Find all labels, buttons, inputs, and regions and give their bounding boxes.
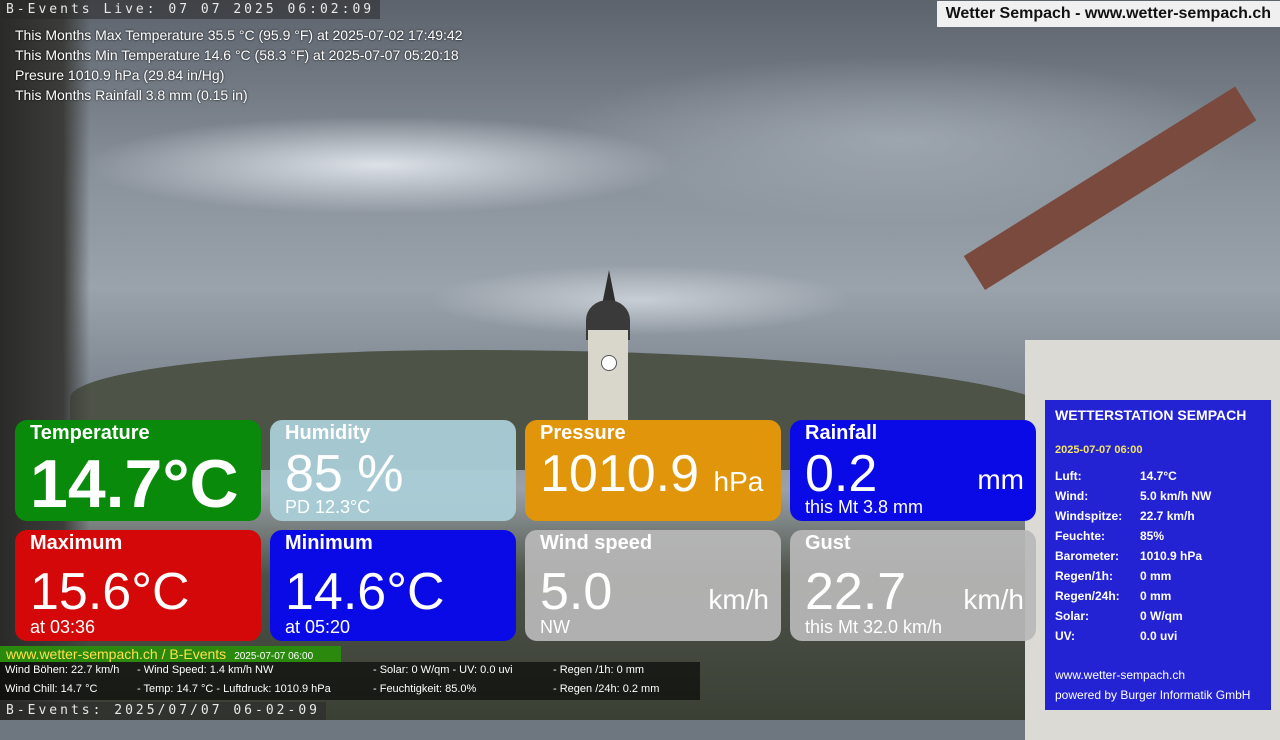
rainfall-tile: Rainfall 0.2 mm this Mt 3.8 mm: [790, 420, 1036, 521]
station-key: Solar:: [1055, 609, 1090, 623]
station-row: Wind: 5.0 km/h NW: [1053, 486, 1213, 506]
wind-chill-text: Wind Chill: 14.7 °C: [5, 683, 98, 695]
bottom-banner-site[interactable]: www.wetter-sempach.ch / B-Events: [6, 646, 226, 662]
station-credit: powered by Burger Informatik GmbH: [1055, 688, 1251, 702]
pressure-number: 1010.9: [540, 445, 700, 503]
station-value: 1010.9 hPa: [1140, 549, 1203, 563]
station-row: Windspitze: 22.7 km/h: [1053, 506, 1213, 526]
station-value: 0 mm: [1140, 589, 1172, 603]
station-value: 85%: [1140, 529, 1165, 543]
church-tower: [588, 330, 628, 425]
station-row: Regen/24h: 0 mm: [1053, 586, 1213, 606]
church-clock: [601, 355, 617, 371]
station-row: Solar: 0 W/qm: [1053, 606, 1213, 626]
site-title: Wetter Sempach - www.wetter-sempach.ch: [936, 1, 1280, 27]
station-value: 0.0 uvi: [1140, 629, 1178, 643]
gust-title: Gust: [805, 532, 851, 554]
minimum-time: at 05:20: [285, 617, 351, 637]
minimum-value: 14.6°C: [285, 563, 445, 621]
station-key: Regen/1h:: [1055, 569, 1114, 583]
rainfall-unit: mm: [977, 464, 1024, 495]
maximum-value: 15.6°C: [30, 563, 190, 621]
bottom-banner: www.wetter-sempach.ch / B-Events 2025-07-…: [0, 646, 341, 662]
pressure-unit: hPa: [713, 466, 764, 497]
station-row: Luft: 14.7°C: [1053, 466, 1213, 486]
maximum-tile: Maximum 15.6°C at 03:36: [15, 530, 261, 641]
wind-speed-tile: Wind speed 5.0 km/h NW: [525, 530, 781, 641]
station-row: Regen/1h: 0 mm: [1053, 566, 1213, 586]
station-key: Wind:: [1055, 489, 1089, 503]
maximum-title: Maximum: [30, 532, 123, 554]
info-min-temp: This Months Min Temperature 14.6 °C (58.…: [15, 47, 459, 63]
station-row: Feuchte: 85%: [1053, 526, 1213, 546]
humidity-text: - Feuchtigkeit: 85.0%: [373, 683, 477, 695]
info-rainfall: This Months Rainfall 3.8 mm (0.15 in): [15, 87, 248, 103]
pressure-value: 1010.9 hPa: [540, 444, 763, 512]
minimum-title: Minimum: [285, 532, 373, 554]
gust-month: this Mt 32.0 km/h: [805, 617, 943, 637]
station-key: Regen/24h:: [1055, 589, 1120, 603]
station-value: 0 W/qm: [1140, 609, 1183, 623]
rainfall-month: this Mt 3.8 mm: [805, 497, 924, 517]
dew-point: PD 12.3°C: [285, 497, 371, 517]
temperature-value: 14.7°C: [30, 446, 239, 521]
station-value: 22.7 km/h: [1140, 509, 1195, 523]
minimum-tile: Minimum 14.6°C at 05:20: [270, 530, 516, 641]
temperature-title: Temperature: [30, 422, 150, 444]
station-title: WETTERSTATION SEMPACH: [1055, 407, 1247, 423]
station-key: Feuchte:: [1055, 529, 1106, 543]
monthly-info: This Months Max Temperature 35.5 °C (95.…: [15, 25, 463, 105]
station-value: 14.7°C: [1140, 469, 1177, 483]
station-row: UV: 0.0 uvi: [1053, 626, 1213, 646]
solar-uv-text: - Solar: 0 W/qm - UV: 0.0 uvi: [373, 664, 513, 676]
station-panel: WETTERSTATION SEMPACH 2025-07-07 06:00 L…: [1045, 400, 1271, 710]
bottom-info-bar: Wind Böhen: 22.7 km/h - Wind Speed: 1.4 …: [0, 662, 700, 700]
temp-pressure-text: - Temp: 14.7 °C - Luftdruck: 1010.9 hPa: [137, 683, 331, 695]
wind-speed-value: 5.0: [540, 563, 613, 621]
gust-value: 22.7: [805, 563, 907, 621]
station-readings: Luft: 14.7°C Wind: 5.0 km/h NW Windspitze:…: [1053, 466, 1213, 646]
wind-gusts-text: Wind Böhen: 22.7 km/h: [5, 664, 120, 676]
humidity-tile: Humidity 85 % PD 12.3°C: [270, 420, 516, 521]
station-row: Barometer: 1010.9 hPa: [1053, 546, 1213, 566]
webcam-timestamp-bottom: B-Events: 2025/07/07 06-02-09: [0, 702, 326, 720]
info-max-temp: This Months Max Temperature 35.5 °C (95.…: [15, 27, 463, 43]
wind-direction: NW: [540, 617, 570, 637]
temperature-tile: Temperature 14.7°C: [15, 420, 261, 521]
station-datetime: 2025-07-07 06:00: [1055, 444, 1143, 456]
wind-speed-text: - Wind Speed: 1.4 km/h NW: [137, 664, 274, 676]
station-key: Windspitze:: [1055, 509, 1123, 523]
bottom-banner-datetime: 2025-07-07 06:00: [234, 651, 314, 662]
rainfall-value: 0.2: [805, 445, 878, 503]
station-value: 5.0 km/h NW: [1140, 489, 1212, 503]
maximum-time: at 03:36: [30, 617, 96, 637]
pressure-tile: Pressure 1010.9 hPa: [525, 420, 781, 521]
wind-speed-unit: km/h: [708, 584, 769, 615]
gust-tile: Gust 22.7 km/h this Mt 32.0 km/h: [790, 530, 1036, 641]
rain-1h-text: - Regen /1h: 0 mm: [553, 664, 645, 676]
station-key: Luft:: [1055, 469, 1082, 483]
info-pressure: Presure 1010.9 hPa (29.84 in/Hg): [15, 67, 225, 83]
station-key: Barometer:: [1055, 549, 1120, 563]
station-value: 0 mm: [1140, 569, 1172, 583]
humidity-value: 85 %: [285, 445, 404, 503]
pressure-title: Pressure: [540, 422, 626, 444]
wind-speed-title: Wind speed: [540, 532, 653, 554]
station-site-link[interactable]: www.wetter-sempach.ch: [1055, 668, 1185, 682]
rainfall-title: Rainfall: [805, 422, 878, 444]
webcam-timestamp-top: B-Events Live: 07 07 2025 06:02:09: [0, 0, 381, 19]
station-key: UV:: [1055, 629, 1076, 643]
gust-unit: km/h: [963, 584, 1024, 615]
rain-24h-text: - Regen /24h: 0.2 mm: [553, 683, 660, 695]
humidity-title: Humidity: [285, 422, 371, 444]
